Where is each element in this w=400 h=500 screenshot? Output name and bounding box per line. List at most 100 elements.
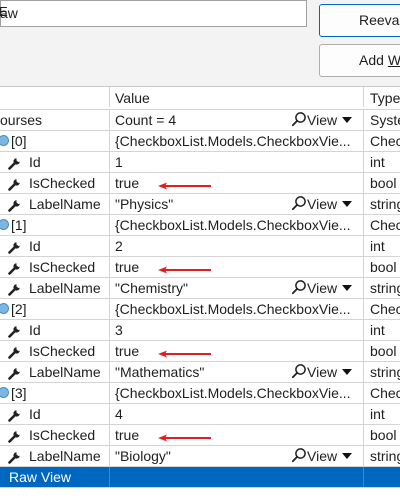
type-cell[interactable]: Chec bbox=[365, 299, 400, 319]
view-visualizer-button[interactable]: View bbox=[291, 194, 353, 214]
chevron-down-icon[interactable] bbox=[342, 117, 353, 123]
value-cell[interactable]: {CheckboxList.Models.CheckboxVie... bbox=[111, 299, 364, 319]
type-cell[interactable]: bool bbox=[365, 257, 400, 277]
type-cell[interactable]: string bbox=[365, 194, 400, 214]
name-cell[interactable]: IsChecked bbox=[0, 425, 110, 445]
row-value: "Physics" bbox=[115, 196, 174, 212]
name-cell[interactable]: LabelName bbox=[0, 194, 110, 214]
table-row[interactable]: [2] {CheckboxList.Models.CheckboxVie... Ch… bbox=[0, 299, 400, 320]
name-cell[interactable]: Id bbox=[0, 404, 110, 424]
name-cell[interactable]: LabelName bbox=[0, 362, 110, 382]
table-row[interactable]: Id 2 int bbox=[0, 236, 400, 257]
name-cell[interactable]: LabelName bbox=[0, 278, 110, 298]
value-cell[interactable]: true bbox=[111, 173, 364, 193]
value-cell[interactable]: true bbox=[111, 341, 364, 361]
name-cell[interactable]: IsChecked bbox=[0, 341, 110, 361]
value-cell[interactable]: 3 bbox=[111, 320, 364, 340]
view-visualizer-button[interactable]: View bbox=[291, 446, 353, 466]
type-cell[interactable] bbox=[365, 467, 400, 487]
chevron-down-icon[interactable] bbox=[342, 369, 353, 375]
value-cell[interactable]: 2 bbox=[111, 236, 364, 256]
value-cell[interactable] bbox=[111, 467, 364, 487]
value-cell[interactable]: "Biology" View bbox=[111, 446, 364, 466]
red-arrow-annotation bbox=[157, 346, 213, 358]
table-row[interactable]: LabelName "Biology" View string bbox=[0, 446, 400, 467]
row-name: [3] bbox=[11, 385, 27, 401]
type-cell[interactable]: bool bbox=[365, 173, 400, 193]
value-cell[interactable]: {CheckboxList.Models.CheckboxVie... bbox=[111, 215, 364, 235]
name-cell[interactable]: Id bbox=[0, 236, 110, 256]
view-visualizer-button[interactable]: View bbox=[291, 110, 353, 130]
type-cell[interactable]: int bbox=[365, 320, 400, 340]
value-cell[interactable]: "Chemistry" View bbox=[111, 278, 364, 298]
name-cell[interactable]: Raw View bbox=[0, 467, 110, 487]
type-cell[interactable]: int bbox=[365, 152, 400, 172]
type-cell[interactable]: Chec bbox=[365, 131, 400, 151]
view-label: View bbox=[307, 280, 338, 296]
table-row[interactable]: Raw View bbox=[0, 467, 400, 488]
table-row[interactable]: Id 3 int bbox=[0, 320, 400, 341]
table-row[interactable]: IsChecked true bool bbox=[0, 425, 400, 446]
row-name: ourses bbox=[0, 112, 43, 128]
view-label: View bbox=[307, 112, 338, 128]
name-cell[interactable]: IsChecked bbox=[0, 257, 110, 277]
table-row[interactable]: IsChecked true bool bbox=[0, 257, 400, 278]
type-cell[interactable]: bool bbox=[365, 341, 400, 361]
type-cell[interactable]: int bbox=[365, 404, 400, 424]
type-cell[interactable]: string bbox=[365, 362, 400, 382]
row-value: 4 bbox=[115, 406, 123, 422]
table-row[interactable]: IsChecked true bool bbox=[0, 341, 400, 362]
value-cell[interactable]: true bbox=[111, 425, 364, 445]
value-cell[interactable]: {CheckboxList.Models.CheckboxVie... bbox=[111, 383, 364, 403]
reevaluate-button[interactable]: Reeva bbox=[319, 4, 400, 37]
column-header-name[interactable] bbox=[0, 87, 110, 107]
name-cell[interactable]: Id bbox=[0, 320, 110, 340]
red-arrow-annotation bbox=[157, 262, 213, 274]
type-cell[interactable]: Chec bbox=[365, 215, 400, 235]
view-label: View bbox=[307, 364, 338, 380]
type-cell[interactable]: Syste bbox=[365, 110, 400, 130]
table-row[interactable]: Id 1 int bbox=[0, 152, 400, 173]
view-visualizer-button[interactable]: View bbox=[291, 362, 353, 382]
value-cell[interactable]: Count = 4 View bbox=[111, 110, 364, 130]
value-cell[interactable]: "Mathematics" View bbox=[111, 362, 364, 382]
name-cell[interactable]: ourses bbox=[0, 110, 110, 130]
name-cell[interactable]: Id bbox=[0, 152, 110, 172]
value-cell[interactable]: 4 bbox=[111, 404, 364, 424]
table-row[interactable]: LabelName "Chemistry" View string bbox=[0, 278, 400, 299]
name-cell[interactable]: [1] bbox=[0, 215, 110, 235]
table-row[interactable]: LabelName "Mathematics" View string bbox=[0, 362, 400, 383]
column-header-value[interactable]: Value bbox=[111, 87, 364, 107]
column-header-type[interactable]: Type bbox=[365, 87, 400, 107]
value-cell[interactable]: "Physics" View bbox=[111, 194, 364, 214]
table-row[interactable]: [1] {CheckboxList.Models.CheckboxVie... Ch… bbox=[0, 215, 400, 236]
object-combo[interactable]: aw bbox=[0, 0, 395, 27]
type-cell[interactable]: int bbox=[365, 236, 400, 256]
table-row[interactable]: [3] {CheckboxList.Models.CheckboxVie... Ch… bbox=[0, 383, 400, 404]
value-cell[interactable]: 1 bbox=[111, 152, 364, 172]
chevron-down-icon[interactable] bbox=[342, 453, 353, 459]
type-cell[interactable]: bool bbox=[365, 425, 400, 445]
table-row[interactable]: [0] {CheckboxList.Models.CheckboxVie... Ch… bbox=[0, 131, 400, 152]
type-cell[interactable]: string bbox=[365, 278, 400, 298]
name-cell[interactable]: [0] bbox=[0, 131, 110, 151]
type-cell[interactable]: string bbox=[365, 446, 400, 466]
name-cell[interactable]: [2] bbox=[0, 299, 110, 319]
value-cell[interactable]: {CheckboxList.Models.CheckboxVie... bbox=[111, 131, 364, 151]
type-cell[interactable]: Chec bbox=[365, 383, 400, 403]
table-row[interactable]: Id 4 int bbox=[0, 404, 400, 425]
name-cell[interactable]: [3] bbox=[0, 383, 110, 403]
table-row[interactable]: ourses Count = 4 View Syste bbox=[0, 110, 400, 131]
chevron-down-icon[interactable] bbox=[342, 201, 353, 207]
chevron-down-icon[interactable] bbox=[342, 285, 353, 291]
view-visualizer-button[interactable]: View bbox=[291, 278, 353, 298]
wrench-icon bbox=[8, 260, 22, 275]
name-cell[interactable]: LabelName bbox=[0, 446, 110, 466]
table-row[interactable]: LabelName "Physics" View string bbox=[0, 194, 400, 215]
add-watch-button[interactable]: Add W bbox=[319, 44, 400, 77]
table-row[interactable]: IsChecked true bool bbox=[0, 173, 400, 194]
row-value: 3 bbox=[115, 322, 123, 338]
value-cell[interactable]: true bbox=[111, 257, 364, 277]
name-cell[interactable]: IsChecked bbox=[0, 173, 110, 193]
row-name: Id bbox=[29, 322, 41, 338]
